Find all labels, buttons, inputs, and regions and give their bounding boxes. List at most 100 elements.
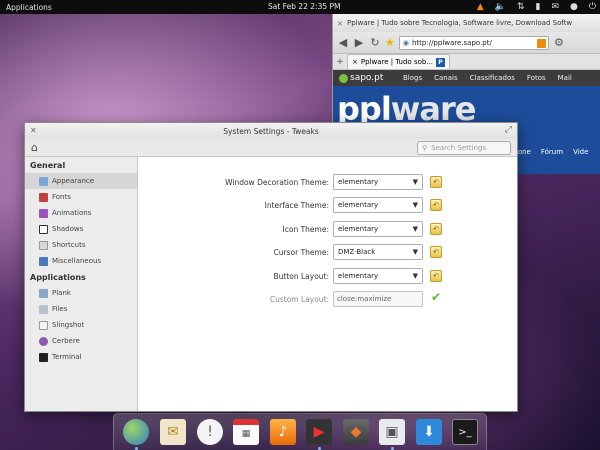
- applications-menu[interactable]: Applications: [0, 3, 52, 12]
- forward-icon[interactable]: ▶: [353, 36, 365, 49]
- cursor-theme-row: Cursor Theme: DMZ-Black ▼ ↶: [139, 244, 517, 260]
- maximize-icon[interactable]: ⤢: [505, 125, 512, 135]
- sidebar-item-animations[interactable]: Animations: [25, 205, 137, 221]
- sapo-bar: sapo.pt Blogs Canais Classificados Fotos…: [333, 70, 600, 86]
- sidebar-item-slingshot[interactable]: Slingshot: [25, 317, 137, 333]
- site-nav-item[interactable]: Vide: [573, 148, 588, 156]
- tweaks-content: Window Decoration Theme: elementary ▼ ↶ …: [139, 157, 517, 411]
- sidebar-item-fonts[interactable]: Fonts: [25, 189, 137, 205]
- photos-icon[interactable]: ◆: [343, 419, 369, 445]
- pplware-nav: rione Fórum Vide: [513, 148, 588, 156]
- volume-icon[interactable]: 🔈: [495, 0, 506, 14]
- favicon-icon: P: [436, 57, 445, 67]
- cerbere-icon: [39, 336, 48, 346]
- field-label: Custom Layout:: [269, 295, 329, 304]
- back-icon[interactable]: ◀: [337, 36, 349, 49]
- icon-theme-row: Icon Theme: elementary ▼ ↶: [139, 221, 517, 237]
- checkmark-icon: ✔: [431, 290, 442, 304]
- chevron-down-icon: ▼: [412, 225, 418, 233]
- settings-sidebar: General Appearance Fonts Animations Shad…: [25, 157, 138, 411]
- tab-label: Pplware | Tudo sob...: [360, 58, 433, 66]
- reset-icon[interactable]: ↶: [430, 246, 442, 258]
- sidebar-item-appearance[interactable]: Appearance: [25, 173, 137, 189]
- close-icon[interactable]: ×: [333, 19, 347, 28]
- system-tray: ▲ 🔈 ⇅ ▮ ✉ ● ⏻: [477, 0, 596, 14]
- close-tab-icon[interactable]: ×: [352, 58, 358, 66]
- site-nav-item[interactable]: Fórum: [541, 148, 563, 156]
- field-label: Interface Theme:: [264, 201, 329, 210]
- sapo-nav-item[interactable]: Canais: [434, 74, 458, 82]
- vlc-icon[interactable]: ▲: [477, 0, 484, 14]
- settings-titlebar: ✕ System Settings - Tweaks ⤢: [25, 123, 517, 139]
- chevron-down-icon: ▼: [412, 272, 418, 280]
- window-decoration-theme-dropdown[interactable]: elementary ▼: [333, 174, 423, 190]
- sidebar-item-plank[interactable]: Plank: [25, 285, 137, 301]
- gear-icon[interactable]: ⚙: [553, 36, 565, 49]
- field-label: Window Decoration Theme:: [225, 178, 329, 187]
- mail-icon[interactable]: ✉: [160, 419, 186, 445]
- terminal-icon[interactable]: >_: [452, 419, 478, 445]
- system-settings-window: ✕ System Settings - Tweaks ⤢ ⌂ ⚲ Search …: [24, 122, 518, 412]
- sidebar-item-terminal[interactable]: Terminal: [25, 349, 137, 365]
- browser-window-title: Pplware | Tudo sobre Tecnologia, Softwar…: [347, 19, 573, 27]
- sidebar-item-files[interactable]: Files: [25, 301, 137, 317]
- fonts-icon: [39, 192, 48, 202]
- reload-icon[interactable]: ↻: [369, 36, 381, 49]
- sapo-nav-item[interactable]: Classificados: [470, 74, 515, 82]
- sidebar-item-shadows[interactable]: Shadows: [25, 221, 137, 237]
- browser-tab[interactable]: × Pplware | Tudo sob... P: [347, 54, 450, 69]
- miscellaneous-icon: [39, 256, 48, 266]
- custom-layout-field[interactable]: close:maximize: [333, 291, 423, 307]
- chevron-down-icon: ▼: [412, 178, 418, 186]
- appearance-icon: [39, 176, 48, 186]
- window-decoration-theme-row: Window Decoration Theme: elementary ▼ ↶: [139, 174, 517, 190]
- custom-layout-row: Custom Layout: close:maximize ✔: [139, 290, 517, 307]
- new-tab-icon[interactable]: +: [333, 57, 347, 67]
- terminal-icon: [39, 352, 48, 362]
- mail-icon[interactable]: ✉: [551, 0, 559, 14]
- search-input[interactable]: ⚲ Search Settings: [417, 141, 511, 155]
- search-placeholder: Search Settings: [431, 144, 487, 152]
- browser-titlebar: × Pplware | Tudo sobre Tecnologia, Softw…: [333, 14, 600, 32]
- sapo-logo[interactable]: sapo.pt: [333, 73, 403, 83]
- sapo-logo-text: sapo.pt: [350, 73, 384, 83]
- field-label: Button Layout:: [273, 272, 329, 281]
- settings-toolbar: ⌂ ⚲ Search Settings: [25, 139, 517, 157]
- video-icon[interactable]: ▶: [306, 419, 332, 445]
- chat-icon[interactable]: !: [197, 419, 223, 445]
- battery-icon[interactable]: ▮: [536, 0, 541, 14]
- button-layout-row: Button Layout: elementary ▼ ↶: [139, 268, 517, 284]
- user-icon[interactable]: ●: [570, 0, 578, 14]
- sapo-nav-item[interactable]: Fotos: [527, 74, 546, 82]
- button-layout-dropdown[interactable]: elementary ▼: [333, 268, 423, 284]
- reset-icon[interactable]: ↶: [430, 199, 442, 211]
- reset-icon[interactable]: ↶: [430, 270, 442, 282]
- calendar-icon[interactable]: ▦: [233, 419, 259, 445]
- browser-tabs: + × Pplware | Tudo sob... P: [333, 54, 600, 70]
- network-icon[interactable]: ⇅: [517, 0, 525, 14]
- downloads-icon[interactable]: ⬇: [416, 419, 442, 445]
- clock[interactable]: Sat Feb 22 2:35 PM: [268, 2, 341, 11]
- icon-theme-dropdown[interactable]: elementary ▼: [333, 221, 423, 237]
- sapo-nav-item[interactable]: Blogs: [403, 74, 422, 82]
- sidebar-item-cerbere[interactable]: Cerbere: [25, 333, 137, 349]
- browser-icon[interactable]: [123, 419, 149, 445]
- music-icon[interactable]: ♪: [270, 419, 296, 445]
- field-label: Icon Theme:: [282, 225, 329, 234]
- shadows-icon: [39, 224, 48, 234]
- home-icon[interactable]: ⌂: [31, 141, 38, 154]
- field-label: Cursor Theme:: [273, 248, 329, 257]
- rss-icon[interactable]: [536, 38, 546, 48]
- cursor-theme-dropdown[interactable]: DMZ-Black ▼: [333, 244, 423, 260]
- reset-icon[interactable]: ↶: [430, 223, 442, 235]
- bookmark-star-icon[interactable]: ★: [385, 36, 395, 49]
- interface-theme-dropdown[interactable]: elementary ▼: [333, 197, 423, 213]
- sapo-nav-item[interactable]: Mail: [558, 74, 572, 82]
- sidebar-item-miscellaneous[interactable]: Miscellaneous: [25, 253, 137, 269]
- slingshot-icon: [39, 320, 48, 330]
- reset-icon[interactable]: ↶: [430, 176, 442, 188]
- sidebar-item-shortcuts[interactable]: Shortcuts: [25, 237, 137, 253]
- settings-icon[interactable]: ▣: [379, 419, 405, 445]
- url-bar[interactable]: ◉ http://pplware.sapo.pt/: [398, 35, 549, 50]
- power-icon[interactable]: ⏻: [589, 0, 596, 14]
